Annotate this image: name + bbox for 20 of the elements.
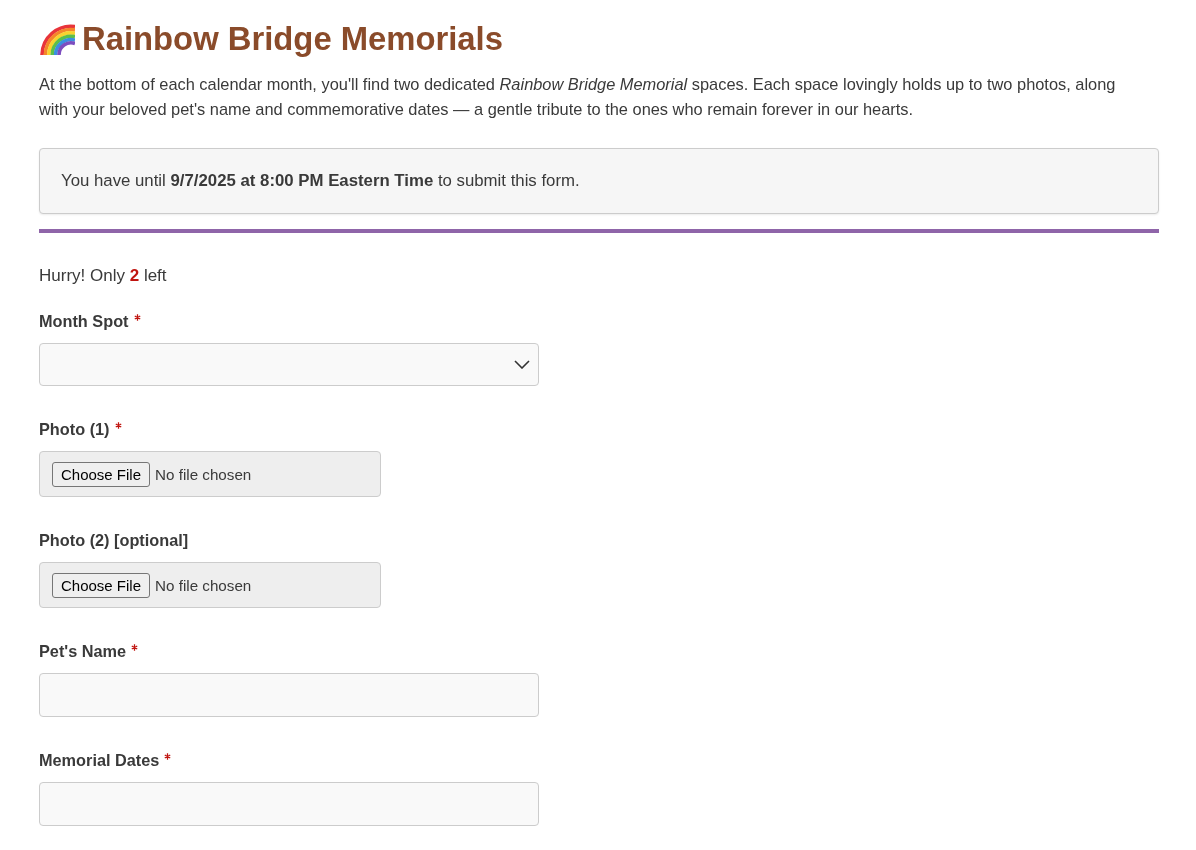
file-upload-field[interactable]: Choose File No file chosen — [39, 562, 381, 608]
rainbow-icon — [39, 23, 75, 55]
choose-file-button[interactable]: Choose File — [52, 572, 151, 598]
file-status-text: No file chosen — [155, 576, 252, 594]
field-label: Memorial Dates — [39, 750, 160, 770]
field-label: Month Spot — [39, 311, 129, 331]
field-label: Photo (2) [optional] — [39, 530, 189, 550]
intro-paragraph: At the bottom of each calendar month, you'll find two dedicated Rainbow Bridge Memorial spaces. Each space lovingly holds up to two photos, along with your beloved pet's name and commemorative dates — a gentle tribute to the ones who remain forever in our hearts. — [39, 74, 1117, 120]
text-input-field[interactable] — [39, 782, 539, 826]
text-input-field[interactable] — [39, 673, 539, 717]
file-upload-field[interactable]: Choose File No file chosen — [39, 451, 381, 497]
page-title: Rainbow Bridge Memorials — [82, 20, 503, 58]
file-status-text: No file chosen — [155, 465, 252, 483]
availability-text: Hurry! Only 2 left — [39, 266, 167, 286]
deadline-text: You have until 9/7/2025 at 8:00 PM Eastern Time to submit this form. — [61, 171, 580, 191]
field-label: Pet's Name — [39, 641, 127, 661]
chevron-down-icon — [514, 360, 530, 369]
select-field[interactable] — [39, 343, 539, 386]
choose-file-button[interactable]: Choose File — [52, 461, 151, 487]
field-label: Photo (1) — [39, 419, 110, 439]
